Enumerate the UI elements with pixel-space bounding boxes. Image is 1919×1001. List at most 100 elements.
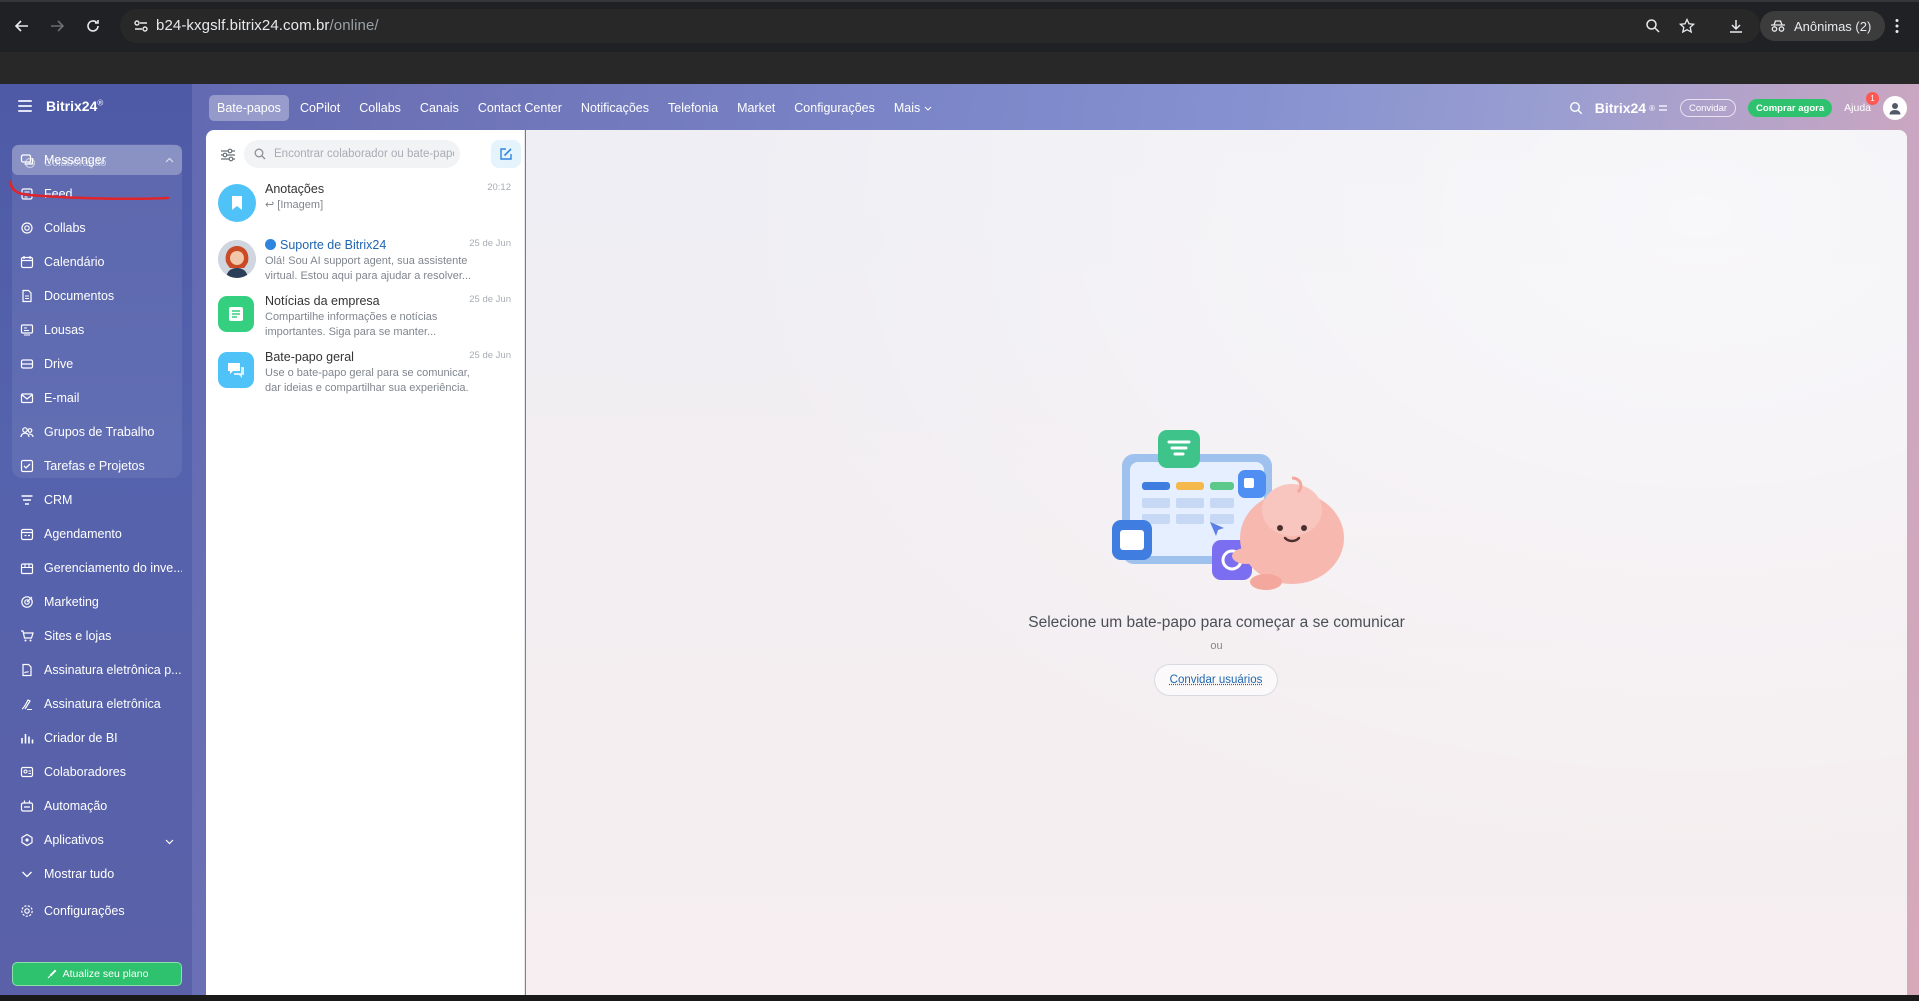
- bookmark-star-icon[interactable]: [1674, 13, 1700, 39]
- url-text: b24-kxgslf.bitrix24.com.br/online/: [156, 17, 379, 34]
- forward-button[interactable]: [44, 13, 70, 39]
- reply-icon: ↩: [265, 199, 278, 211]
- menu-burger-icon[interactable]: [18, 100, 32, 112]
- tab-canais[interactable]: Canais: [412, 95, 467, 121]
- empty-state-or: ou: [1210, 640, 1223, 652]
- incognito-label: Anônimas (2): [1794, 18, 1872, 34]
- sidebar-item-feed[interactable]: Feed: [12, 179, 182, 209]
- sidebar-item-lousas[interactable]: Lousas: [12, 315, 182, 345]
- drive-icon: [20, 357, 34, 371]
- sidebar-item-tarefas-e-projetos[interactable]: Tarefas e Projetos: [12, 451, 182, 481]
- help-button[interactable]: Ajuda 1: [1844, 92, 1879, 114]
- reload-button[interactable]: [80, 13, 106, 39]
- sidebar-item-agendamento[interactable]: Agendamento: [12, 519, 182, 549]
- header-logo[interactable]: Bitrix24 ®: [1595, 100, 1668, 116]
- chat-name: Notícias da empresa: [265, 294, 380, 308]
- documents-icon: [20, 289, 34, 303]
- chat-item-notes[interactable]: Anotações 20:12 ↩ [Imagem]: [206, 176, 525, 232]
- forward-arrow-icon: [51, 20, 65, 32]
- tab-bate-papos[interactable]: Bate-papos: [209, 95, 289, 121]
- sidebar-header: Bitrix24®: [18, 98, 103, 114]
- address-bar[interactable]: b24-kxgslf.bitrix24.com.br/online/: [120, 9, 1760, 43]
- automation-icon: [20, 799, 34, 813]
- sidebar-brand-mark: ®: [97, 98, 104, 108]
- tab-telefonia[interactable]: Telefonia: [660, 95, 726, 121]
- tab-collabs[interactable]: Collabs: [351, 95, 409, 121]
- sidebar-item-marketing[interactable]: Marketing: [12, 587, 182, 617]
- chat-last-message: Use o bate-papo geral para se comunicar,…: [265, 367, 470, 394]
- bookmark-icon: [232, 196, 242, 210]
- left-sidebar: Bitrix24® Colaboração Messenger Feed Colla…: [0, 84, 192, 995]
- site-settings-icon[interactable]: [132, 17, 150, 35]
- chat-item-general[interactable]: Bate-papo geral 25 de Jun Use o bate-pap…: [206, 344, 525, 400]
- sidebar-logo[interactable]: Bitrix24®: [46, 98, 103, 114]
- chat-name: Anotações: [265, 182, 325, 196]
- chat-bubbles-icon: [228, 363, 244, 378]
- crm-icon: [20, 493, 34, 507]
- tasks-icon: [20, 459, 34, 473]
- chat-search-input[interactable]: [274, 148, 454, 160]
- zoom-icon[interactable]: [1640, 13, 1666, 39]
- user-avatar[interactable]: [1883, 96, 1907, 120]
- browser-menu-icon[interactable]: [1884, 13, 1910, 39]
- search-icon[interactable]: [1569, 101, 1583, 115]
- upgrade-plan-button[interactable]: Atualize seu plano: [12, 962, 182, 986]
- sidebar-item-sites-e-lojas[interactable]: Sites e lojas: [12, 621, 182, 651]
- chat-last-message: Compartilhe informações e notícias impor…: [265, 311, 438, 338]
- reload-icon: [87, 20, 99, 32]
- invite-button[interactable]: Convidar: [1680, 99, 1737, 117]
- new-chat-button[interactable]: [491, 140, 521, 168]
- sidebar-item-criador-de-bi[interactable]: Criador de BI: [12, 723, 182, 753]
- tab-copilot[interactable]: CoPilot: [292, 95, 348, 121]
- incognito-indicator[interactable]: Anônimas (2): [1760, 11, 1885, 41]
- header-brand-mark: ®: [1649, 103, 1655, 113]
- download-icon[interactable]: [1723, 13, 1749, 39]
- invite-users-button[interactable]: Convidar usuários: [1154, 664, 1278, 696]
- sidebar-item-collabs[interactable]: Collabs: [12, 213, 182, 243]
- sidebar-item-label: Sites e lojas: [44, 629, 112, 643]
- sidebar-item-aplicativos[interactable]: Aplicativos: [12, 825, 182, 855]
- tab-configuracoes[interactable]: Configurações: [786, 95, 883, 121]
- tab-market[interactable]: Market: [729, 95, 783, 121]
- tab-notificacoes[interactable]: Notificações: [573, 95, 657, 121]
- chat-item-support[interactable]: Suporte de Bitrix24 25 de Jun Olá! Sou A…: [206, 232, 525, 288]
- tab-label: Canais: [419, 101, 459, 115]
- tab-strip-edge: [0, 0, 1919, 2]
- sidebar-item-gerenciamento-do-inve[interactable]: Gerenciamento do inve...: [12, 553, 182, 583]
- window-bottom-edge: [0, 995, 1919, 1001]
- url-host: b24-kxgslf.bitrix24.com.br: [156, 17, 330, 34]
- tab-label: Bate-papos: [217, 101, 281, 115]
- tab-label: Telefonia: [668, 101, 719, 115]
- sidebar-item-grupos-de-trabalho[interactable]: Grupos de Trabalho: [12, 417, 182, 447]
- buy-now-button[interactable]: Comprar agora: [1748, 99, 1833, 117]
- chat-search[interactable]: [244, 140, 460, 168]
- sidebar-item-label: Criador de BI: [44, 731, 118, 745]
- sidebar-item-calendario[interactable]: Calendário: [12, 247, 182, 277]
- sidebar-item-label: Calendário: [44, 255, 105, 269]
- tab-contact-center[interactable]: Contact Center: [470, 95, 570, 121]
- tab-mais[interactable]: Mais: [886, 95, 940, 121]
- sidebar-item-e-mail[interactable]: E-mail: [12, 383, 182, 413]
- incognito-icon: [1771, 20, 1785, 32]
- sidebar-item-configuracoes[interactable]: Configurações: [12, 896, 182, 926]
- expand-chevron-icon[interactable]: [165, 834, 174, 848]
- sidebar-item-colaboradores[interactable]: Colaboradores: [12, 757, 182, 787]
- general-chat-avatar: [218, 352, 254, 388]
- sidebar-item-drive[interactable]: Drive: [12, 349, 182, 379]
- sidebar-item-mostrar-tudo[interactable]: Mostrar tudo: [12, 859, 182, 889]
- sidebar-item-assinatura-eletronica[interactable]: Assinatura eletrônica: [12, 689, 182, 719]
- sidebar-item-label: Assinatura eletrônica p...: [44, 663, 182, 677]
- filter-icon[interactable]: [216, 143, 240, 167]
- search-icon: [254, 148, 266, 160]
- sidebar-item-automacao[interactable]: Automação: [12, 791, 182, 821]
- sidebar-item-assinatura-eletronica-p[interactable]: Assinatura eletrônica p...: [12, 655, 182, 685]
- chat-item-company-news[interactable]: Notícias da empresa 25 de Jun Compartilh…: [206, 288, 525, 344]
- sidebar-item-label: Grupos de Trabalho: [44, 425, 155, 439]
- sidebar-item-messenger[interactable]: Messenger: [12, 145, 182, 175]
- sidebar-item-documentos[interactable]: Documentos: [12, 281, 182, 311]
- rocket-icon: [47, 969, 56, 978]
- top-navigation: Bate-papos CoPilot Collabs Canais Contact Ce…: [209, 94, 943, 122]
- sidebar-item-crm[interactable]: CRM: [12, 485, 182, 515]
- back-button[interactable]: [9, 13, 35, 39]
- chat-last-message-text: [Imagem]: [277, 199, 324, 211]
